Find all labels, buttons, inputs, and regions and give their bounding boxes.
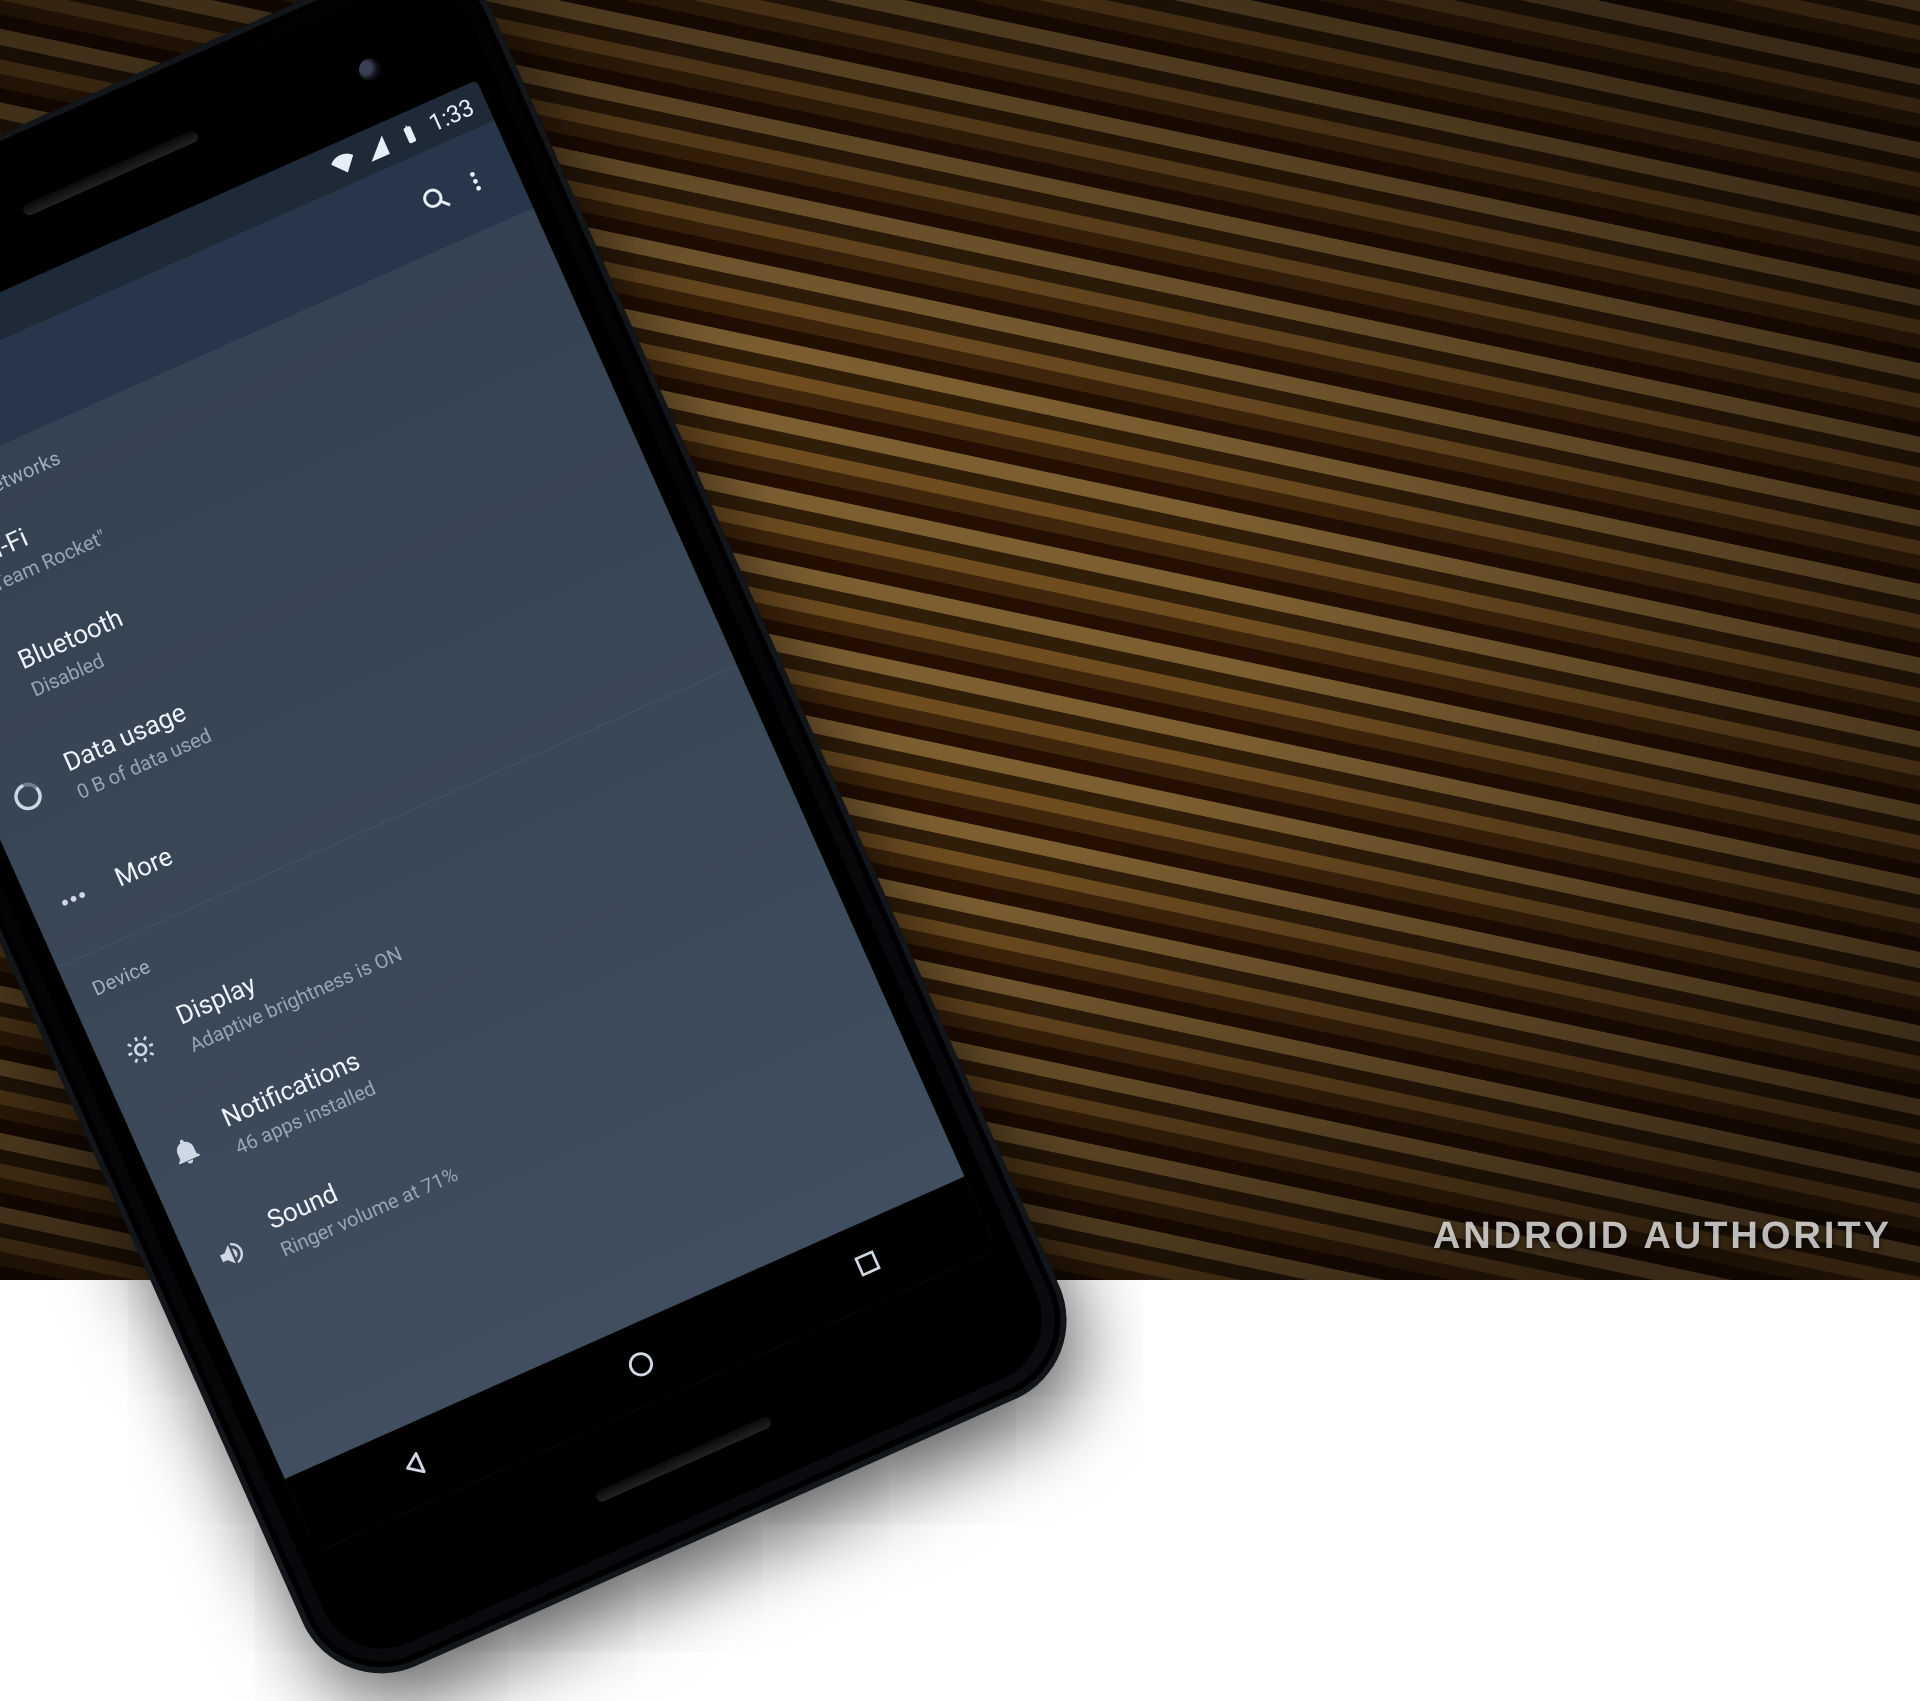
- battery-status-icon: [392, 117, 426, 151]
- data-usage-icon: [0, 769, 55, 824]
- recents-square-icon: [849, 1245, 886, 1282]
- bell-icon: [159, 1124, 214, 1179]
- home-circle-icon: [621, 1344, 661, 1384]
- home-button[interactable]: [595, 1326, 688, 1402]
- overflow-icon: [458, 164, 492, 198]
- earpiece-speaker: [21, 129, 199, 217]
- brightness-icon: [113, 1022, 168, 1077]
- recents-button[interactable]: [821, 1225, 914, 1301]
- row-title: More: [110, 842, 177, 894]
- more-horizontal-icon: [46, 871, 101, 926]
- volume-icon: [204, 1226, 259, 1281]
- back-triangle-icon: [395, 1445, 435, 1485]
- search-icon: [415, 179, 455, 219]
- wifi-status-icon: [326, 146, 360, 180]
- signal-status-icon: [359, 132, 393, 166]
- back-button[interactable]: [368, 1427, 461, 1503]
- bluetooth-icon: [0, 666, 10, 721]
- bottom-speaker: [594, 1415, 772, 1503]
- front-camera: [355, 55, 384, 84]
